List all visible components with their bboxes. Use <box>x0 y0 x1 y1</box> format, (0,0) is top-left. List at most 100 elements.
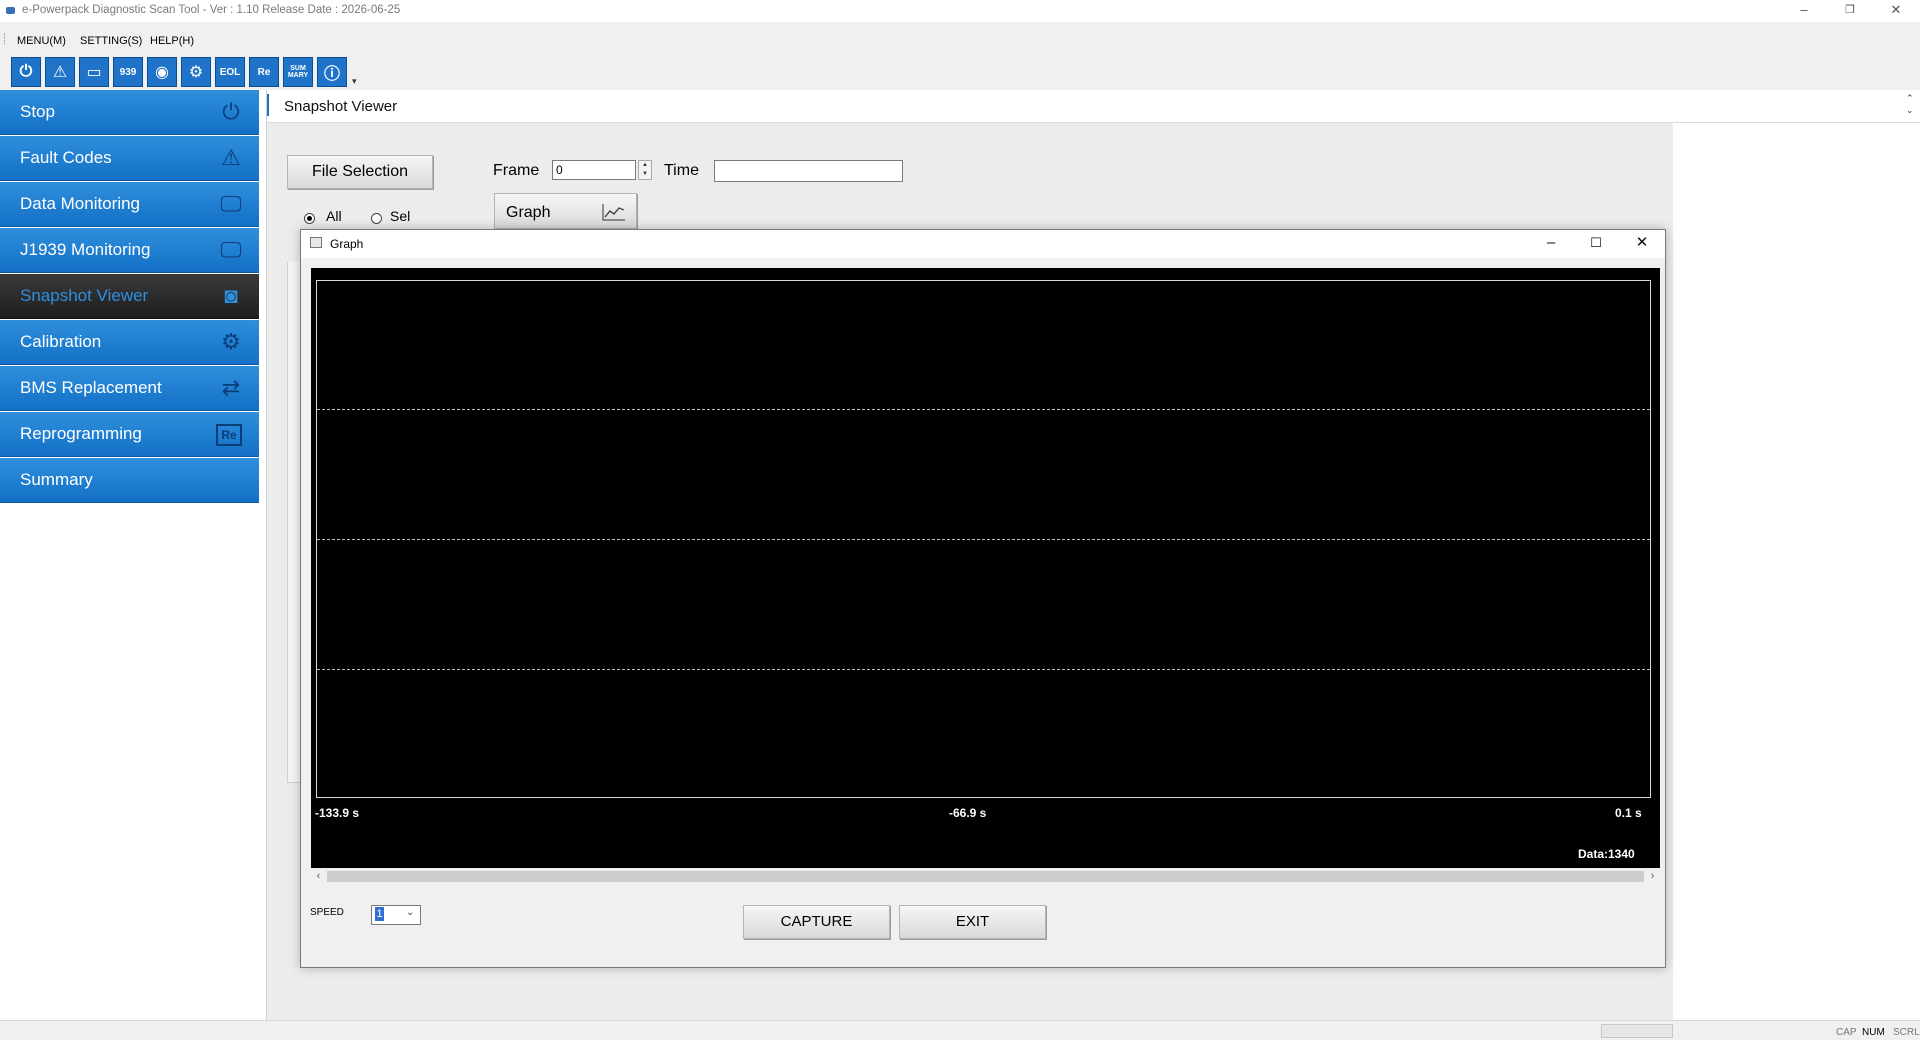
sidebar-item-label: BMS Replacement <box>20 378 162 397</box>
bms-replace-icon: ⇄ <box>221 375 241 400</box>
speed-label: SPEED <box>310 907 344 918</box>
sidebar-item-fault-codes[interactable]: Fault Codes ⚠ <box>0 136 259 181</box>
sidebar-item-label: Calibration <box>20 332 102 351</box>
menu-item-setting[interactable]: SETTING(S) <box>80 35 142 47</box>
graph-dialog-titlebar <box>301 230 1665 258</box>
frame-label: Frame <box>493 162 540 179</box>
frame-spinner[interactable]: ▲ ▼ <box>638 160 652 180</box>
sidebar-item-calibration[interactable]: Calibration ⚙ <box>0 320 259 365</box>
toolbar-info-button[interactable]: ⓘ <box>317 57 347 87</box>
dialog-maximize-button[interactable]: ☐ <box>1573 230 1619 258</box>
frame-input[interactable]: 0 <box>552 160 636 180</box>
sidebar-item-data-monitoring[interactable]: Data Monitoring 🖵 <box>0 182 259 227</box>
dialog-close-button[interactable]: ✕ <box>1619 230 1665 258</box>
toolbar-eol-button[interactable]: EOL <box>215 57 245 87</box>
camera-icon: ◙ <box>224 283 238 308</box>
sidebar-item-label: Fault Codes <box>20 148 112 167</box>
chevron-down-icon: ⌄ <box>406 907 415 918</box>
capture-button[interactable]: CAPTURE <box>743 905 890 939</box>
sidebar-item-label: Reprogramming <box>20 424 142 443</box>
header-scroll-arrows[interactable]: ⌃ ⌄ <box>1906 92 1914 116</box>
info-icon: ⓘ <box>323 66 340 83</box>
graph-window-icon <box>310 237 322 248</box>
data-count-label: Data:1340 <box>1578 847 1635 861</box>
dialog-minimize-button[interactable]: – <box>1528 230 1574 258</box>
camera-icon: ◉ <box>155 64 169 81</box>
summary-icon: SUM MARY <box>287 65 309 79</box>
toolbar-j1939-button[interactable]: 939 <box>113 57 143 87</box>
warning-icon: ⚠ <box>221 145 241 170</box>
sidebar-item-reprogramming[interactable]: Reprogramming Re <box>0 412 259 457</box>
restore-button[interactable]: ❐ <box>1827 0 1873 22</box>
x-tick-label: -133.9 s <box>315 806 360 820</box>
reprogram-icon: Re <box>257 66 271 78</box>
scroll-left-icon[interactable]: ‹ <box>311 869 326 884</box>
exit-button[interactable]: EXIT <box>899 905 1046 939</box>
menu-bar <box>0 22 1920 52</box>
calibration-icon: ⚙ <box>221 329 241 354</box>
time-input[interactable] <box>714 160 903 182</box>
toolbar-stop-button[interactable]: ⏻ <box>11 57 41 87</box>
speed-select-value: 1 <box>375 907 384 921</box>
sidebar-item-stop[interactable]: Stop ⏻ <box>0 90 259 135</box>
menu-grip <box>4 33 5 45</box>
time-label: Time <box>664 162 699 179</box>
status-num: NUM <box>1862 1027 1885 1038</box>
toolbar-data-monitoring-button[interactable]: ▭ <box>79 57 109 87</box>
sidebar-item-bms-replacement[interactable]: BMS Replacement ⇄ <box>0 366 259 411</box>
status-scrl: SCRL <box>1893 1027 1920 1038</box>
scroll-right-icon[interactable]: › <box>1645 869 1660 884</box>
scrollbar-thumb[interactable] <box>327 871 1644 882</box>
radio-sel[interactable] <box>371 213 382 224</box>
sidebar-item-snapshot-viewer[interactable]: Snapshot Viewer ◙ <box>0 274 259 319</box>
sidebar-item-label: Data Monitoring <box>20 194 141 213</box>
radio-all[interactable] <box>304 213 315 224</box>
status-cap: CAP <box>1836 1027 1857 1038</box>
app-icon <box>6 7 15 14</box>
menu-item-menu[interactable]: MENU(M) <box>17 35 66 47</box>
sidebar-item-label: J1939 Monitoring <box>20 240 151 259</box>
status-progress-bar <box>1601 1024 1673 1038</box>
sidebar-item-label: Stop <box>20 102 55 121</box>
calibration-icon: ⚙ <box>188 64 204 81</box>
toolbar-overflow-icon[interactable]: ▾ <box>352 76 357 87</box>
monitor-icon: ▭ <box>86 64 102 81</box>
x-tick-label: 0.1 s <box>1615 806 1642 820</box>
toolbar-reprogram-button[interactable]: Re <box>249 57 279 87</box>
menu-item-help[interactable]: HELP(H) <box>150 35 194 47</box>
radio-dot <box>307 216 312 221</box>
gridline-3 <box>317 669 1650 670</box>
sidebar-item-j1939-monitoring[interactable]: J1939 Monitoring 🖵 <box>0 228 259 273</box>
x-tick-label: -66.9 s <box>949 806 987 820</box>
gridline-2 <box>317 539 1650 540</box>
eol-icon: EOL <box>219 66 241 78</box>
content-right-blank <box>1673 123 1920 1020</box>
power-icon: ⏻ <box>19 63 33 80</box>
sidebar-item-summary[interactable]: Summary <box>0 458 259 503</box>
line-chart-icon <box>602 204 625 221</box>
toolbar-fault-codes-button[interactable]: ⚠ <box>45 57 75 87</box>
gridline-1 <box>317 409 1650 410</box>
reprogram-icon: Re <box>216 424 242 446</box>
toolbar-snapshot-button[interactable]: ◉ <box>147 57 177 87</box>
window-title: e-Powerpack Diagnostic Scan Tool - Ver :… <box>22 4 401 16</box>
monitor-icon: 🖵 <box>220 191 242 216</box>
header-accent-bar <box>267 94 269 116</box>
file-selection-button[interactable]: File Selection <box>287 155 433 189</box>
sidebar-item-label: Summary <box>20 470 93 489</box>
graph-dialog-title: Graph <box>330 237 364 251</box>
radio-all-label: All <box>326 208 342 224</box>
sidebar-item-label: Snapshot Viewer <box>20 286 149 305</box>
main-header <box>267 90 1920 123</box>
radio-sel-label: Sel <box>390 208 411 224</box>
close-button[interactable]: ✕ <box>1873 0 1919 22</box>
minimize-button[interactable]: – <box>1781 0 1827 22</box>
power-icon: ⏻ <box>222 99 240 124</box>
j1939-monitor-icon: 939 <box>119 66 137 78</box>
monitor-icon: 🖵 <box>220 237 242 262</box>
graph-button-label: Graph <box>506 204 551 221</box>
toolbar-calibration-button[interactable]: ⚙ <box>181 57 211 87</box>
toolbar-summary-button[interactable]: SUM MARY <box>283 57 313 87</box>
warning-icon: ⚠ <box>52 64 68 81</box>
page-title: Snapshot Viewer <box>284 98 398 115</box>
